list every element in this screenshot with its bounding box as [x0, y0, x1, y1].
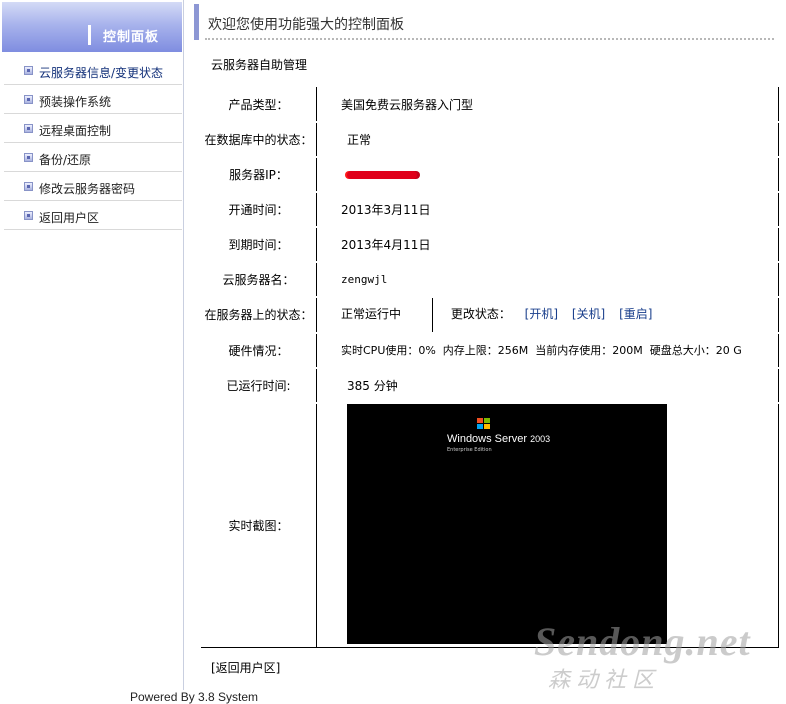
restart-button[interactable]: [重启]: [619, 307, 652, 321]
table-row: 开通时间： 2013年3月11日: [199, 190, 780, 228]
sidebar-item-label: 云服务器信息/变更状态: [39, 66, 164, 80]
sidebar-item-label: 修改云服务器密码: [39, 182, 136, 196]
dotted-divider: [205, 38, 774, 40]
main-content: 欢迎您使用功能强大的控制面板 云服务器自助管理 产品类型： 美国免费云服务器入门…: [194, 0, 786, 704]
table-row: 硬件情况： 实时CPU使用：0% 内存上限：256M 当前内存使用：200M 硬…: [199, 331, 780, 369]
server-name-label: 云服务器名：: [200, 261, 317, 297]
expire-time-label: 到期时间：: [200, 226, 317, 262]
change-status-label: 更改状态：: [450, 307, 511, 321]
product-type-label: 产品类型：: [200, 86, 317, 122]
sidebar-item-change-password[interactable]: 修改云服务器密码: [4, 172, 182, 201]
expire-time-value: 2013年4月11日: [316, 226, 779, 262]
sidebar-menu: 云服务器信息/变更状态 预装操作系统 远程桌面控制 备份/还原 修改云服务器密码…: [4, 56, 182, 230]
uptime-value: 385 分钟: [316, 367, 779, 403]
sidebar-item-server-info[interactable]: 云服务器信息/变更状态: [4, 56, 182, 85]
table-row: 服务器IP：: [199, 155, 780, 193]
table-row: 云服务器名： zengwjl: [199, 260, 780, 298]
bullet-icon: [24, 124, 33, 133]
sidebar-item-preinstall-os[interactable]: 预装操作系统: [4, 85, 182, 114]
open-time-label: 开通时间：: [200, 191, 317, 227]
shutdown-button[interactable]: [关机]: [572, 307, 605, 321]
welcome-bar: 欢迎您使用功能强大的控制面板: [194, 4, 780, 40]
sidebar-item-remote-desktop[interactable]: 远程桌面控制: [4, 114, 182, 143]
sidebar-item-label: 远程桌面控制: [39, 124, 112, 138]
table-row: 在数据库中的状态： 正常: [199, 120, 780, 158]
sidebar-item-label: 返回用户区: [39, 211, 100, 225]
ip-label: 服务器IP：: [200, 156, 317, 192]
sidebar-item-label: 预装操作系统: [39, 95, 112, 109]
bullet-icon: [24, 182, 33, 191]
sidebar: 控制面板 云服务器信息/变更状态 预装操作系统 远程桌面控制 备份/还原 修改云…: [0, 0, 184, 690]
welcome-text: 欢迎您使用功能强大的控制面板: [208, 17, 404, 33]
server-status-cell: 正常运行中 更改状态： [开机] [关机] [重启]: [316, 296, 779, 333]
server-name-value: zengwjl: [316, 261, 779, 297]
bullet-icon: [24, 95, 33, 104]
table-row: 产品类型： 美国免费云服务器入门型: [199, 85, 780, 123]
bullet-icon: [24, 66, 33, 75]
back-to-user-area-link[interactable]: [返回用户区]: [211, 659, 280, 676]
footer: Powered By 3.8 System: [130, 690, 259, 704]
header-accent-bar: [88, 25, 91, 45]
sidebar-header: 控制面板: [2, 2, 182, 52]
uptime-label: 已运行时间:: [200, 367, 317, 403]
sidebar-item-backup-restore[interactable]: 备份/还原: [4, 143, 182, 172]
server-info-table: 产品类型： 美国免费云服务器入门型 在数据库中的状态： 正常 服务器IP： 开通…: [199, 85, 780, 649]
redacted-ip-mark: [347, 170, 417, 179]
hardware-value: 实时CPU使用：0% 内存上限：256M 当前内存使用：200M 硬盘总大小：2…: [316, 332, 779, 368]
table-row: 到期时间： 2013年4月11日: [199, 225, 780, 263]
section-title: 云服务器自助管理: [211, 58, 308, 72]
bullet-icon: [24, 153, 33, 162]
screenshot-label: 实时截图：: [200, 402, 317, 648]
sidebar-item-user-area[interactable]: 返回用户区: [4, 201, 182, 230]
status-actions: 更改状态： [开机] [关机] [重启]: [451, 305, 653, 322]
sidebar-item-label: 备份/还原: [39, 153, 92, 167]
db-status-label: 在数据库中的状态：: [200, 121, 317, 157]
bullet-icon: [24, 211, 33, 220]
table-row: 已运行时间: 385 分钟: [199, 366, 780, 404]
open-time-value: 2013年3月11日: [316, 191, 779, 227]
live-screenshot: Windows Server 2003 Enterprise Edition: [347, 404, 667, 644]
windows-flag-icon: [477, 418, 491, 430]
windows-edition-text: Enterprise Edition: [447, 447, 492, 453]
ip-value: [316, 156, 779, 192]
product-type-value: 美国免费云服务器入门型: [316, 86, 779, 122]
screenshot-cell: Windows Server 2003 Enterprise Edition: [316, 402, 779, 648]
sidebar-title: 控制面板: [103, 30, 160, 45]
server-status-label: 在服务器上的状态：: [200, 296, 317, 333]
table-row: 在服务器上的状态： 正常运行中 更改状态： [开机] [关机] [重启]: [199, 295, 780, 334]
start-button[interactable]: [开机]: [525, 307, 558, 321]
windows-brand-text: Windows Server 2003: [447, 433, 551, 445]
hardware-label: 硬件情况：: [200, 332, 317, 368]
db-status-value: 正常: [316, 121, 779, 157]
windows-logo: Windows Server 2003 Enterprise Edition: [447, 418, 577, 458]
table-row: 实时截图： Windows Server 2003 Enterprise Edi…: [199, 401, 780, 649]
server-status-value: 正常运行中: [341, 297, 433, 332]
